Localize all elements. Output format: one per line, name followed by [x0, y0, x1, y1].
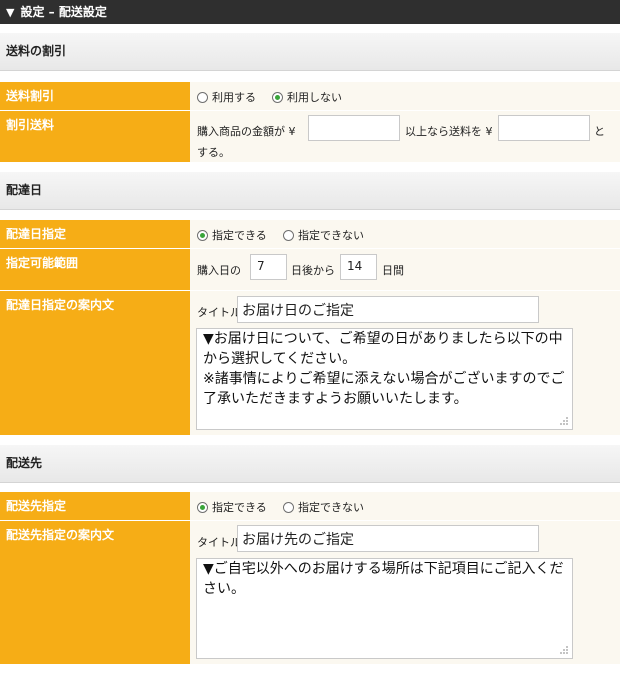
radio-not-use-discount[interactable]: 利用しない	[272, 89, 342, 105]
page-header: ▼ 設定 – 配送設定	[0, 0, 620, 24]
radio-label: 指定できない	[298, 501, 364, 514]
guide-body-textarea[interactable]: ▼お届け日について、ご希望の日がありましたら以下の中から選択してください。 ※諸…	[196, 328, 573, 430]
radio-icon[interactable]	[283, 502, 294, 513]
shipping-suffix-text: と	[594, 125, 605, 138]
title-label: タイトル	[197, 306, 241, 319]
range-prefix-text: 購入日の	[197, 264, 241, 277]
row-destination-guide: 配送先指定の案内文 タイトル お届け先のご指定 ▼ご自宅以外へのお届けする場所は…	[0, 521, 620, 664]
collapse-triangle-icon[interactable]: ▼	[6, 6, 14, 19]
section-title: 配送先	[6, 456, 43, 470]
guide-body-text: ▼お届け日について、ご希望の日がありましたら以下の中から選択してください。 ※諸…	[203, 331, 565, 407]
page-title: 設定 – 配送設定	[20, 5, 107, 19]
section-title: 配達日	[6, 183, 43, 197]
guide-title-input[interactable]: お届け先のご指定	[237, 525, 539, 552]
row-value: 購入日の 7 日後から 14 日間	[190, 249, 620, 290]
section-title: 送料の割引	[6, 44, 67, 58]
row-label: 配達日指定	[0, 220, 190, 248]
resize-grip-icon[interactable]	[559, 645, 569, 655]
purchase-amount-input[interactable]	[308, 115, 400, 141]
radio-use-discount[interactable]: 利用する	[197, 89, 256, 105]
guide-body-text: ▼ご自宅以外へのお届けする場所は下記項目にご記入ください。	[203, 561, 564, 597]
row-value: 利用する 利用しない	[190, 82, 620, 110]
radio-destination-disabled[interactable]: 指定できない	[283, 499, 364, 515]
row-value: タイトル お届け先のご指定 ▼ご自宅以外へのお届けする場所は下記項目にご記入くだ…	[190, 521, 620, 664]
row-value: タイトル お届け日のご指定 ▼お届け日について、ご希望の日がありましたら以下の中…	[190, 291, 620, 435]
radio-icon[interactable]	[197, 92, 208, 103]
range-middle-text: 日後から	[291, 264, 335, 277]
row-shipping-discount: 送料割引 利用する 利用しない	[0, 82, 620, 110]
row-label: 配送先指定	[0, 492, 190, 520]
resize-grip-icon[interactable]	[559, 416, 569, 426]
row-value: 購入商品の金額が ¥ 以上なら送料を ¥ と する。	[190, 111, 620, 162]
radio-destination-enabled[interactable]: 指定できる	[197, 499, 267, 515]
radio-label: 利用する	[212, 91, 256, 104]
range-from-input[interactable]: 7	[250, 254, 287, 280]
row-delivery-date-spec: 配達日指定 指定できる 指定できない	[0, 220, 620, 248]
row-date-range: 指定可能範囲 購入日の 7 日後から 14 日間	[0, 249, 620, 290]
amount-prefix-text: 購入商品の金額が ¥	[197, 125, 296, 138]
shipping-middle-text: 以上なら送料を ¥	[405, 125, 493, 138]
radio-checked-icon[interactable]	[197, 502, 208, 513]
range-to-input[interactable]: 14	[340, 254, 377, 280]
row-destination-spec: 配送先指定 指定できる 指定できない	[0, 492, 620, 520]
radio-label: 指定できる	[212, 229, 267, 242]
row-label: 配送先指定の案内文	[0, 521, 190, 664]
row-value: 指定できる 指定できない	[190, 220, 620, 248]
range-suffix-text: 日間	[382, 264, 404, 277]
radio-checked-icon[interactable]	[272, 92, 283, 103]
section-delivery-date: 配達日	[0, 172, 620, 210]
radio-label: 利用しない	[287, 91, 342, 104]
radio-label: 指定できない	[298, 229, 364, 242]
discounted-shipping-input[interactable]	[498, 115, 590, 141]
shipping-suffix-text-2: する。	[197, 146, 230, 159]
radio-checked-icon[interactable]	[197, 230, 208, 241]
row-label: 配達日指定の案内文	[0, 291, 190, 435]
row-value: 指定できる 指定できない	[190, 492, 620, 520]
section-destination: 配送先	[0, 445, 620, 483]
row-discounted-shipping: 割引送料 購入商品の金額が ¥ 以上なら送料を ¥ と する。	[0, 111, 620, 162]
row-delivery-date-guide: 配達日指定の案内文 タイトル お届け日のご指定 ▼お届け日について、ご希望の日が…	[0, 291, 620, 435]
row-label: 割引送料	[0, 111, 190, 162]
radio-date-enabled[interactable]: 指定できる	[197, 227, 267, 243]
radio-icon[interactable]	[283, 230, 294, 241]
row-label: 指定可能範囲	[0, 249, 190, 290]
radio-label: 指定できる	[212, 501, 267, 514]
title-label: タイトル	[197, 536, 241, 549]
guide-title-input[interactable]: お届け日のご指定	[237, 296, 539, 323]
radio-date-disabled[interactable]: 指定できない	[283, 227, 364, 243]
row-label: 送料割引	[0, 82, 190, 110]
guide-body-textarea[interactable]: ▼ご自宅以外へのお届けする場所は下記項目にご記入ください。	[196, 558, 573, 659]
section-discount: 送料の割引	[0, 33, 620, 71]
